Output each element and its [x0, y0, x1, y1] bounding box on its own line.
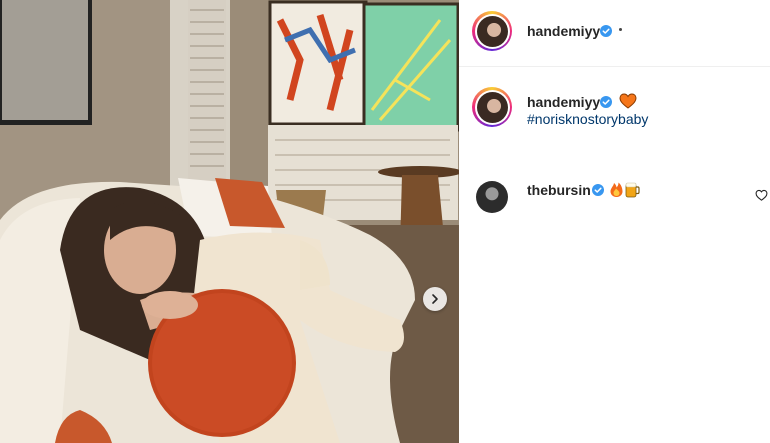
header-separator-dot	[619, 28, 622, 31]
post-sidebar: handemiyy handemiyy #norisknostorybaby t…	[459, 0, 770, 443]
next-photo-button[interactable]	[423, 287, 447, 311]
like-heart-icon[interactable]	[755, 189, 768, 201]
beer-mug-icon	[625, 182, 640, 198]
avatar-image	[476, 91, 508, 123]
author-avatar[interactable]	[472, 11, 512, 51]
verified-badge-icon	[600, 25, 612, 37]
chevron-right-icon	[432, 294, 438, 304]
post-header: handemiyy	[459, 0, 770, 67]
caption-hashtag[interactable]: #norisknostorybaby	[527, 111, 648, 127]
comment-username[interactable]: thebursin	[527, 182, 591, 198]
verified-badge-icon	[592, 184, 604, 196]
commenter-avatar[interactable]	[476, 181, 508, 213]
author-username[interactable]: handemiyy	[527, 23, 600, 39]
post-photo	[0, 0, 459, 443]
caption-username[interactable]: handemiyy	[527, 94, 600, 110]
orange-heart-icon	[619, 93, 637, 109]
caption-avatar[interactable]	[472, 87, 512, 127]
fire-icon	[610, 182, 623, 197]
avatar-image	[476, 15, 508, 47]
photo-illustration	[0, 0, 459, 443]
verified-badge-icon	[600, 96, 612, 108]
